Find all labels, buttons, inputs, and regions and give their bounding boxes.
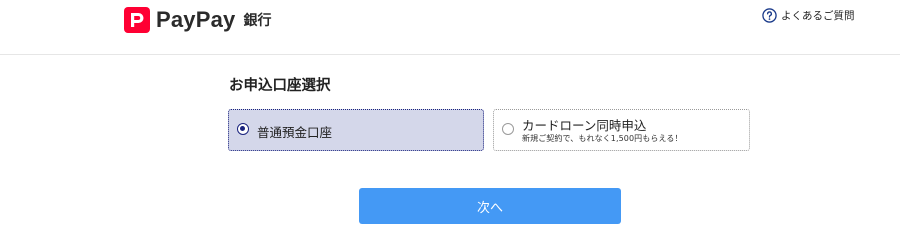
option-card-loan[interactable]: カードローン同時申込 新規ご契約で、もれなく1,500円もらえる！: [493, 109, 750, 151]
next-button[interactable]: 次へ: [359, 188, 621, 224]
faq-label: よくあるご質問: [781, 10, 855, 22]
option-label: 普通預金口座: [257, 125, 333, 140]
radio-unselected-icon[interactable]: [502, 123, 514, 135]
paypay-logo-icon: [124, 7, 150, 33]
option-savings-account[interactable]: 普通預金口座: [228, 109, 484, 151]
brand-name: PayPay: [156, 7, 236, 32]
question-circle-icon: [762, 8, 777, 23]
paypay-bank-logo[interactable]: PayPay 銀行: [124, 6, 272, 34]
brand-subtitle: 銀行: [243, 13, 272, 29]
page-title: お申込口座選択: [229, 78, 331, 94]
site-header: PayPay 銀行 よくあるご質問: [0, 0, 900, 55]
option-label: カードローン同時申込: [522, 118, 647, 133]
option-sublabel: 新規ご契約で、もれなく1,500円もらえる！: [522, 134, 683, 143]
faq-link[interactable]: よくあるご質問: [762, 8, 855, 23]
radio-selected-icon[interactable]: [237, 123, 249, 135]
